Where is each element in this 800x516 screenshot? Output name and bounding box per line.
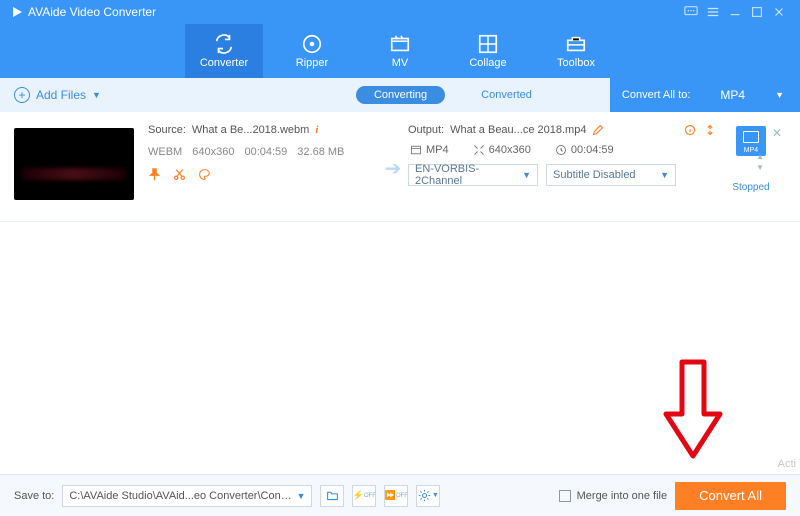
- convert-all-to-select[interactable]: MP4 ▼: [720, 88, 788, 102]
- source-duration: 00:04:59: [244, 146, 287, 158]
- source-column: Source: What a Be...2018.webm i WEBM 640…: [148, 124, 378, 213]
- add-files-button[interactable]: + Add Files ▼: [14, 87, 101, 103]
- out-duration: 00:04:59: [571, 144, 614, 156]
- convert-all-button[interactable]: Convert All: [675, 482, 786, 510]
- nav-ripper[interactable]: Ripper: [273, 24, 351, 78]
- source-filename: What a Be...2018.webm: [192, 124, 309, 136]
- tab-converted[interactable]: Converted: [463, 86, 550, 104]
- output-filename: What a Beau...ce 2018.mp4: [450, 124, 586, 136]
- chevron-up-icon[interactable]: ▲: [756, 152, 764, 161]
- info-icon[interactable]: i: [315, 124, 318, 136]
- collage-icon: [477, 33, 499, 55]
- menu-icon[interactable]: [702, 1, 724, 23]
- annotation-arrow: [658, 356, 728, 466]
- save-path-select[interactable]: C:\AVAide Studio\AVAid...eo Converter\Co…: [62, 485, 312, 507]
- nav-mv[interactable]: MV: [361, 24, 439, 78]
- source-format: WEBM: [148, 146, 182, 158]
- main-nav: Converter Ripper MV Collage Toolbox: [0, 24, 800, 78]
- open-folder-button[interactable]: [320, 485, 344, 507]
- nav-label: Ripper: [296, 57, 328, 69]
- app-logo: AVAide Video Converter: [10, 5, 156, 19]
- out-resolution: 640x360: [489, 144, 531, 156]
- save-path-value: C:\AVAide Studio\AVAid...eo Converter\Co…: [69, 490, 296, 502]
- add-files-label: Add Files: [36, 88, 86, 102]
- source-resolution: 640x360: [192, 146, 234, 158]
- convert-all-to-label: Convert All to:: [622, 89, 690, 101]
- watermark: Acti: [778, 458, 796, 470]
- chevron-down-icon: ▼: [522, 170, 531, 180]
- tab-converting[interactable]: Converting: [356, 86, 445, 104]
- palette-icon[interactable]: [198, 168, 211, 181]
- nav-toolbox[interactable]: Toolbox: [537, 24, 615, 78]
- status-tabs: Converting Converted: [356, 86, 550, 104]
- clock-icon: [555, 144, 567, 156]
- convert-all-to-value: MP4: [720, 88, 745, 102]
- chevron-down-icon: ▼: [660, 170, 669, 180]
- high-speed-button[interactable]: ⏩OFF: [384, 485, 408, 507]
- audio-select[interactable]: EN-VORBIS-2Channel▼: [408, 164, 538, 186]
- settings-button[interactable]: ▼: [416, 485, 440, 507]
- nav-converter[interactable]: Converter: [185, 24, 263, 78]
- arrow-icon: ➔: [378, 124, 408, 213]
- checkbox-icon: [559, 490, 571, 502]
- out-format: MP4: [426, 144, 449, 156]
- mv-icon: [389, 33, 411, 55]
- info2-icon[interactable]: [684, 124, 696, 136]
- subtitle-select[interactable]: Subtitle Disabled▼: [546, 164, 676, 186]
- minimize-icon[interactable]: [724, 1, 746, 23]
- ripper-icon: [301, 33, 323, 55]
- file-item: Source: What a Be...2018.webm i WEBM 640…: [0, 112, 800, 222]
- resolution-icon: [473, 144, 485, 156]
- nav-label: MV: [392, 57, 409, 69]
- cut-icon[interactable]: [173, 168, 186, 181]
- merge-checkbox[interactable]: Merge into one file: [559, 490, 668, 502]
- maximize-icon[interactable]: [746, 1, 768, 23]
- nav-label: Converter: [200, 57, 248, 69]
- footer: Save to: C:\AVAide Studio\AVAid...eo Con…: [0, 474, 800, 516]
- nav-label: Toolbox: [557, 57, 595, 69]
- chevron-down-icon: ▼: [296, 491, 305, 501]
- item-status: Stopped: [732, 182, 769, 193]
- toolbox-icon: [565, 33, 587, 55]
- converter-icon: [213, 33, 235, 55]
- item-actions: ✕ MP4 ▲▼ Stopped: [716, 124, 786, 213]
- video-thumbnail[interactable]: [14, 128, 134, 200]
- compress-icon[interactable]: [704, 124, 716, 136]
- chevron-down-icon[interactable]: ▼: [756, 163, 764, 172]
- sub-bar: + Add Files ▼ Converting Converted Conve…: [0, 78, 800, 112]
- chevron-down-icon: ▼: [92, 90, 101, 100]
- plus-icon: +: [14, 87, 30, 103]
- feedback-icon[interactable]: [680, 1, 702, 23]
- nav-collage[interactable]: Collage: [449, 24, 527, 78]
- logo-icon: [10, 5, 24, 19]
- pin-icon[interactable]: [148, 168, 161, 181]
- remove-item-icon[interactable]: ✕: [772, 126, 782, 140]
- titlebar: AVAide Video Converter: [0, 0, 800, 24]
- edit-icon[interactable]: [592, 124, 604, 136]
- output-label: Output:: [408, 124, 444, 136]
- app-title: AVAide Video Converter: [28, 5, 156, 19]
- film-icon: [410, 144, 422, 156]
- close-icon[interactable]: [768, 1, 790, 23]
- hw-accel-button[interactable]: ⚡OFF: [352, 485, 376, 507]
- source-label: Source:: [148, 124, 186, 136]
- save-to-label: Save to:: [14, 490, 54, 502]
- convert-all-to: Convert All to: MP4 ▼: [610, 78, 800, 112]
- output-column: Output: What a Beau...ce 2018.mp4 MP4 64…: [408, 124, 716, 213]
- source-size: 32.68 MB: [297, 146, 344, 158]
- chevron-down-icon: ▼: [775, 90, 784, 100]
- merge-label: Merge into one file: [577, 490, 668, 502]
- nav-label: Collage: [469, 57, 506, 69]
